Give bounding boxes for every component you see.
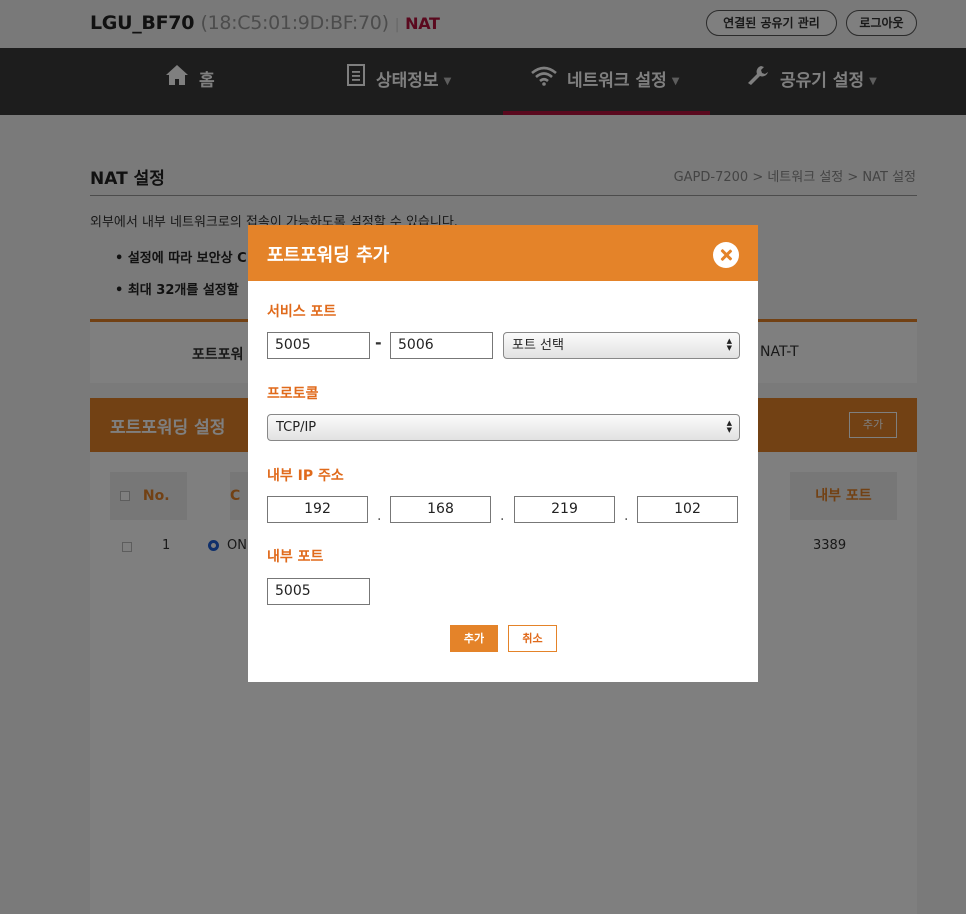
- ip-dot: .: [377, 508, 382, 524]
- ip-octet-4-input[interactable]: 102: [637, 496, 738, 523]
- port-select-value: 포트 선택: [512, 338, 564, 353]
- port-forwarding-dialog: 포트포워딩 추가 서비스 포트 5005 - 5006 포트 선택 ▲ ▼ 프로토…: [248, 225, 758, 682]
- dialog-cancel-button[interactable]: 취소: [508, 625, 557, 652]
- close-icon[interactable]: [713, 242, 739, 268]
- service-port-end-input[interactable]: 5006: [390, 332, 493, 359]
- dialog-add-button[interactable]: 추가: [450, 625, 498, 652]
- ip-octet-2-input[interactable]: 168: [390, 496, 491, 523]
- internal-ip-label: 내부 IP 주소: [267, 468, 344, 484]
- port-select-dropdown[interactable]: 포트 선택 ▲ ▼: [503, 332, 740, 359]
- select-arrows-icon: ▲ ▼: [726, 419, 732, 434]
- internal-port-input[interactable]: 5005: [267, 578, 370, 605]
- ip-octet-3-input[interactable]: 219: [514, 496, 615, 523]
- ip-dot: .: [500, 508, 505, 524]
- dialog-header: 포트포워딩 추가: [248, 225, 758, 281]
- ip-octet-1-input[interactable]: 192: [267, 496, 368, 523]
- dialog-title: 포트포워딩 추가: [267, 245, 390, 266]
- service-port-label: 서비스 포트: [267, 304, 337, 320]
- protocol-select[interactable]: TCP/IP ▲ ▼: [267, 414, 740, 441]
- select-arrows-icon: ▲ ▼: [726, 337, 732, 352]
- protocol-value: TCP/IP: [276, 420, 317, 435]
- protocol-label: 프로토콜: [267, 386, 319, 402]
- port-range-dash: -: [375, 333, 382, 352]
- internal-port-label: 내부 포트: [267, 549, 324, 565]
- ip-dot: .: [624, 508, 629, 524]
- service-port-start-input[interactable]: 5005: [267, 332, 370, 359]
